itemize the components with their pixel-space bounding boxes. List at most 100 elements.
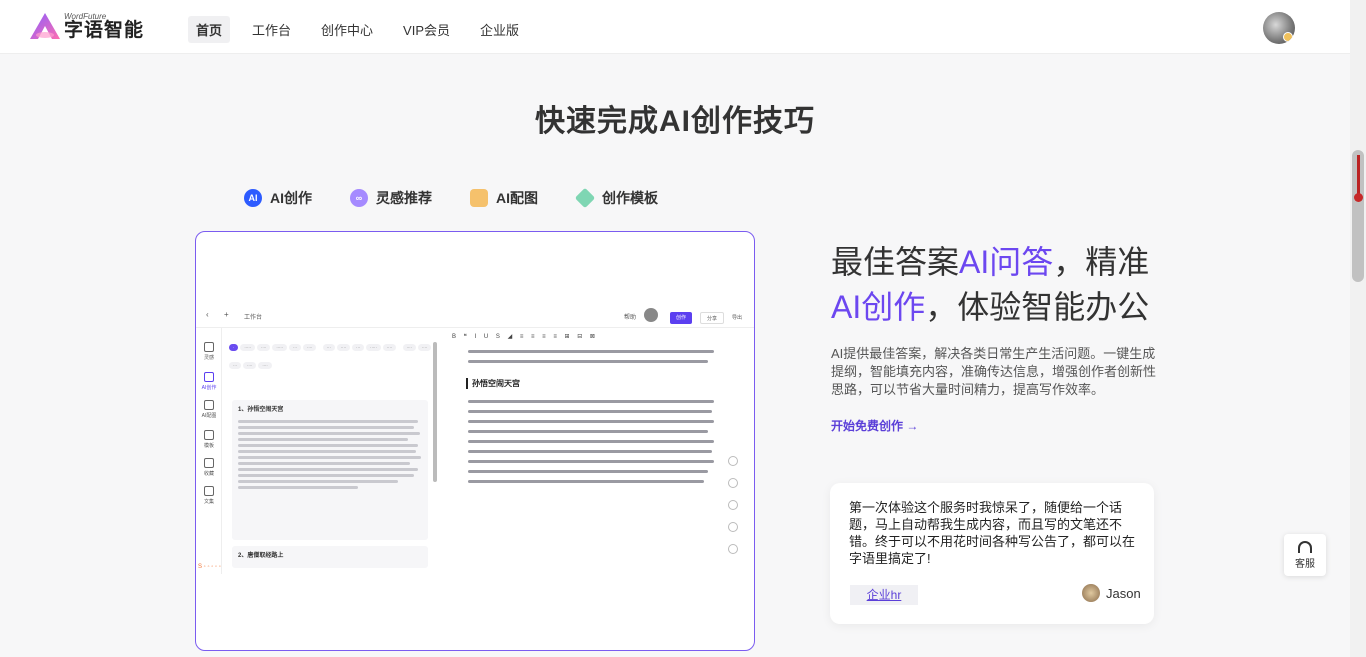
- tab-label: AI创作: [270, 190, 312, 206]
- app-tag: ·····: [240, 344, 256, 351]
- back-icon: ‹: [206, 310, 209, 319]
- headline: 最佳答案AI问答，精准 AI创作，体验智能办公: [831, 240, 1191, 330]
- app-tag: ····: [303, 344, 317, 351]
- nav-enterprise[interactable]: 企业版: [472, 16, 527, 43]
- doc-text-line: [468, 410, 712, 413]
- doc-action-icon: [728, 544, 738, 554]
- app-sidebar-item: AI配图: [198, 400, 220, 419]
- app-sidebar-label: AI创作: [201, 385, 217, 391]
- page-scrollbar[interactable]: [1350, 0, 1366, 657]
- app-help-label: 帮助: [624, 315, 637, 321]
- nav-creation-center[interactable]: 创作中心: [313, 16, 381, 43]
- app-outline-block: 1、孙悟空闹天宫: [232, 400, 428, 540]
- start-free-creation-link[interactable]: 开始免费创作 →: [831, 417, 918, 434]
- doc-action-icon: [728, 478, 738, 488]
- app-sidebar-item: 收藏: [198, 458, 220, 477]
- scroll-indicator: [1357, 155, 1360, 195]
- app-create-button: 创作: [670, 312, 693, 324]
- app-tag: ·: [229, 344, 239, 351]
- doc-action-icon: [728, 456, 738, 466]
- app-editor-toolbar: B ❝ I U S ◢ ≡ ≡ ≡ ≡ ⊞ ⊟ ⊠: [452, 334, 598, 340]
- headset-icon: [1298, 541, 1312, 553]
- doc-text-line: [468, 450, 712, 453]
- top-navigation-bar: WordFuture 字语智能 首页 工作台 创作中心 VIP会员 企业版: [0, 0, 1350, 54]
- feature-description: AI提供最佳答案，解决各类日常生产生活问题。一键生成提纲，智能填充内容，准确传达…: [831, 346, 1157, 397]
- app-sidebar-item: 文集: [198, 486, 220, 505]
- doc-text-line: [468, 460, 714, 463]
- app-avatar: [644, 308, 658, 322]
- tab-ai-image[interactable]: AI配图: [470, 188, 538, 208]
- doc-action-icon: [728, 522, 738, 532]
- app-export-button: 导出: [732, 315, 743, 321]
- app-tag: ···: [229, 362, 241, 369]
- app-sidebar-item: AI创作: [198, 372, 220, 391]
- template-icon: [574, 187, 596, 209]
- doc-text-line: [468, 420, 714, 423]
- app-sidebar-label: 模板: [203, 443, 214, 449]
- doc-text-line: [468, 480, 704, 483]
- app-tag: ····: [382, 344, 397, 351]
- main-nav: 首页 工作台 创作中心 VIP会员 企业版: [188, 16, 541, 43]
- doc-text-line: [468, 430, 708, 433]
- product-preview-card: ‹ + 工作台 帮助 创作 分享 导出 灵感 AI创作 AI配图 模板 收藏 文…: [195, 231, 755, 651]
- nav-workbench[interactable]: 工作台: [244, 16, 299, 43]
- testimonial-user-name: Jason: [1106, 585, 1141, 601]
- ai-icon: AI: [244, 189, 262, 207]
- headline-accent: AI问答: [959, 244, 1054, 280]
- doc-text-line: [468, 360, 708, 363]
- app-sidebar-item: 灵感: [198, 342, 220, 361]
- inspiration-icon: ∞: [350, 189, 368, 207]
- tab-ai-creation[interactable]: AI AI创作: [244, 188, 312, 208]
- app-tag: ···: [352, 344, 365, 351]
- app-sidebar-label: 文集: [203, 499, 214, 505]
- app-tag: ····: [257, 344, 271, 351]
- doc-title: 孙悟空闹天宫: [466, 378, 520, 389]
- app-tag: ····: [243, 362, 257, 369]
- testimonial-avatar: [1082, 584, 1100, 602]
- app-tag: ····: [336, 344, 351, 351]
- image-icon: [470, 189, 488, 207]
- doc-text-line: [468, 440, 714, 443]
- user-avatar[interactable]: [1263, 12, 1295, 44]
- tab-label: AI配图: [496, 190, 538, 206]
- scroll-indicator-dot: [1354, 193, 1363, 202]
- app-tag: ···: [322, 344, 335, 351]
- app-screenshot: ‹ + 工作台 帮助 创作 分享 导出 灵感 AI创作 AI配图 模板 收藏 文…: [196, 302, 754, 574]
- nav-home[interactable]: 首页: [188, 16, 231, 43]
- feature-tabs: AI AI创作 ∞ 灵感推荐 AI配图 创作模板: [244, 187, 696, 209]
- headline-text: ，体验智能办公: [925, 289, 1150, 325]
- app-outline-heading: 2、唐僧取经路上: [238, 553, 284, 559]
- doc-text-line: [468, 400, 714, 403]
- testimonial-role-tag[interactable]: 企业hr: [850, 585, 918, 605]
- tab-templates[interactable]: 创作模板: [574, 187, 658, 209]
- app-sidebar-label: AI配图: [201, 413, 217, 419]
- customer-service-label: 客服: [1295, 559, 1315, 570]
- doc-text-line: [468, 350, 714, 353]
- testimonial-text: 第一次体验这个服务时我惊呆了，随便给一个话题，马上自动帮我生成内容，而且写的文笔…: [849, 500, 1136, 566]
- app-outline-heading: 1、孙悟空闹天宫: [238, 407, 284, 413]
- nav-vip[interactable]: VIP会员: [395, 16, 458, 43]
- app-sidebar-label: 灵感: [203, 355, 214, 361]
- doc-action-icon: [728, 500, 738, 510]
- app-sidebar-label: 收藏: [203, 471, 214, 477]
- app-sidebar-item: 模板: [198, 430, 220, 449]
- section-title: 快速完成AI创作技巧: [535, 105, 815, 138]
- headline-accent: AI创作: [831, 289, 926, 325]
- testimonial-user: Jason: [1082, 584, 1141, 602]
- doc-text-line: [468, 470, 708, 473]
- app-sidebar: 灵感 AI创作 AI配图 模板 收藏 文集: [196, 328, 222, 574]
- app-share-button: 分享: [700, 312, 725, 324]
- testimonial-card: 第一次体验这个服务时我惊呆了，随便给一个话题，马上自动帮我生成内容，而且写的文笔…: [830, 483, 1154, 624]
- app-tag: ·····: [272, 344, 288, 351]
- app-tag: ···: [289, 344, 302, 351]
- app-workbench-label: 工作台: [244, 315, 263, 321]
- app-outline-panel: · ····· ···· ····· ··· ···· ··· ···· ··· ····· ··…: [224, 328, 438, 574]
- app-tag-cloud: · ····· ···· ····· ··· ···· ··· ···· ··· ····· ··…: [224, 328, 438, 372]
- tab-label: 创作模板: [602, 190, 658, 206]
- logo-icon: [28, 11, 62, 41]
- logo[interactable]: WordFuture 字语智能: [28, 10, 144, 42]
- tab-inspiration[interactable]: ∞ 灵感推荐: [350, 188, 432, 208]
- app-tag: ·····: [366, 344, 381, 351]
- customer-service-button[interactable]: 客服: [1284, 534, 1326, 576]
- app-tag: ····: [417, 344, 432, 351]
